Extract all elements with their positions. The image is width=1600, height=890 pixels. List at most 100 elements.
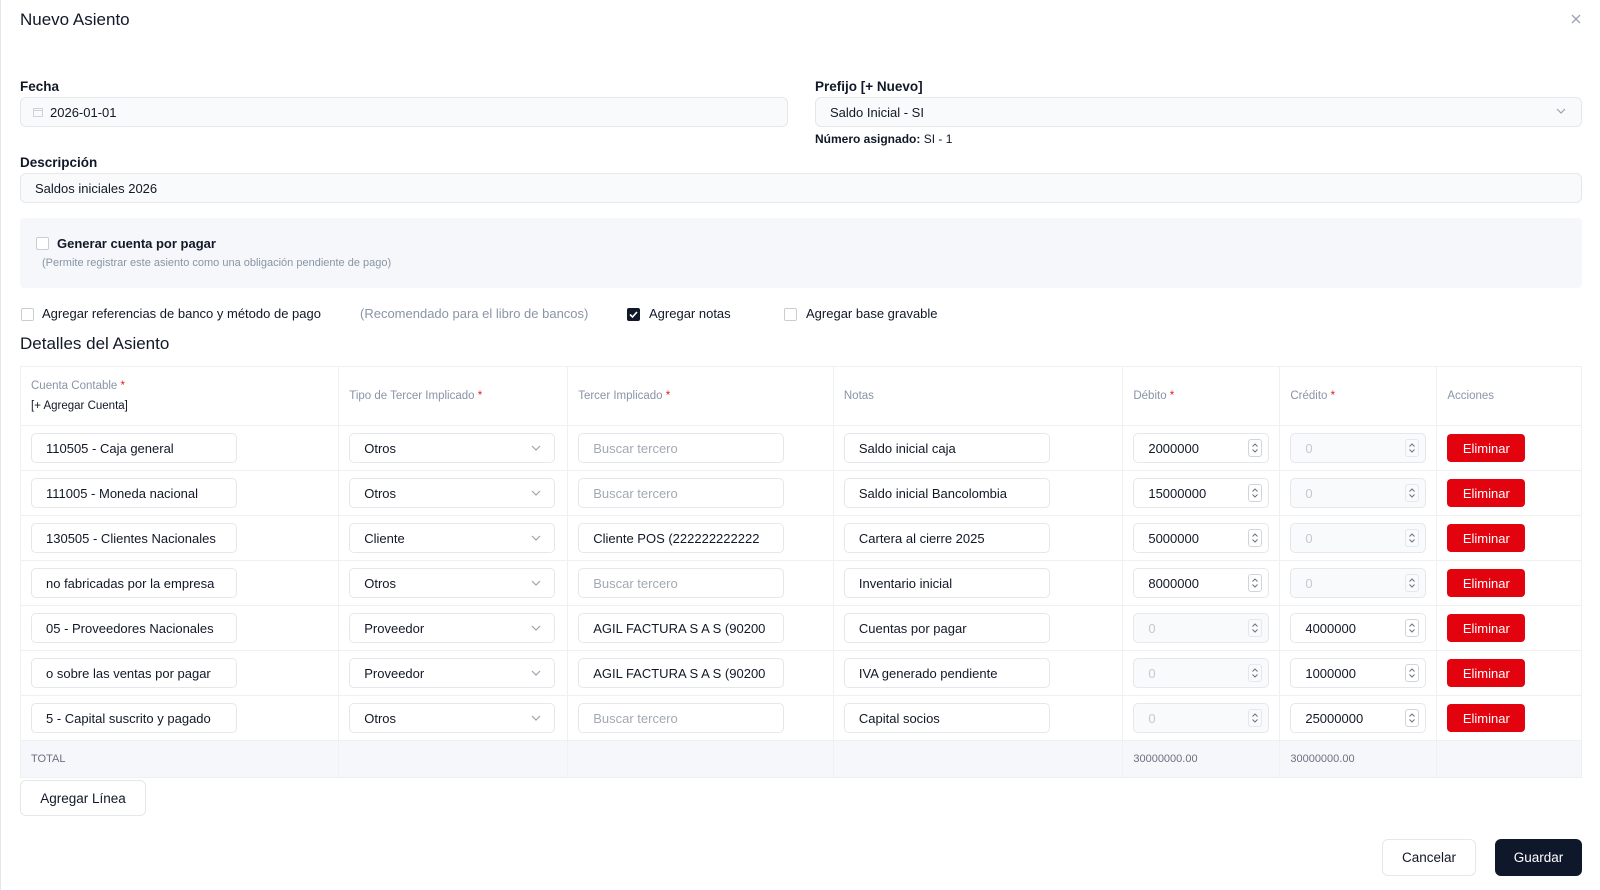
tercero-input[interactable]: Buscar tercero bbox=[578, 478, 785, 508]
cuenta-input[interactable]: 130505 - Clientes Nacionales bbox=[31, 523, 237, 553]
tercero-input[interactable]: Buscar tercero bbox=[578, 703, 785, 733]
required-mark: * bbox=[665, 390, 671, 402]
descripcion-input[interactable]: Saldos iniciales 2026 bbox=[20, 173, 1582, 203]
cancel-button[interactable]: Cancelar bbox=[1382, 839, 1476, 876]
table-row: 111005 - Moneda nacional Otros Buscar terc… bbox=[19, 470, 1582, 516]
debito-value: 2000000 bbox=[1148, 440, 1199, 456]
credito-input: 0 bbox=[1290, 433, 1427, 463]
notas-input[interactable]: Capital socios bbox=[843, 703, 1050, 733]
delete-row-button[interactable]: Eliminar bbox=[1447, 479, 1526, 507]
debito-cell: 5000000 bbox=[1122, 515, 1281, 561]
spinner-icon[interactable] bbox=[1248, 529, 1263, 547]
cuenta-input[interactable]: 111005 - Moneda nacional bbox=[31, 478, 237, 508]
chevron-down-icon bbox=[530, 442, 542, 454]
tipo-select[interactable]: Otros bbox=[349, 568, 556, 598]
tercero-input[interactable]: Buscar tercero bbox=[578, 568, 785, 598]
spinner-icon[interactable] bbox=[1248, 664, 1263, 682]
delete-row-button[interactable]: Eliminar bbox=[1447, 434, 1526, 462]
spinner-icon[interactable] bbox=[1248, 574, 1263, 592]
delete-row-button[interactable]: Eliminar bbox=[1447, 614, 1526, 642]
acciones-cell: Eliminar bbox=[1436, 695, 1582, 741]
cuenta-input[interactable]: o sobre las ventas por pagar bbox=[31, 658, 237, 688]
spinner-icon[interactable] bbox=[1405, 529, 1420, 547]
notas-input[interactable]: Inventario inicial bbox=[843, 568, 1050, 598]
cuenta-input[interactable]: 5 - Capital suscrito y pagado bbox=[31, 703, 237, 733]
credito-input[interactable]: 1000000 bbox=[1290, 658, 1427, 688]
cuenta-input[interactable]: 110505 - Caja general bbox=[31, 433, 237, 463]
base-gravable-checkbox[interactable] bbox=[784, 308, 797, 321]
close-icon[interactable] bbox=[1567, 10, 1585, 28]
notas-input[interactable]: Cuentas por pagar bbox=[843, 613, 1050, 643]
debito-value: 0 bbox=[1148, 620, 1156, 636]
notas-input[interactable]: IVA generado pendiente bbox=[843, 658, 1050, 688]
spinner-icon[interactable] bbox=[1248, 619, 1263, 637]
add-line-button[interactable]: Agregar Línea bbox=[20, 780, 146, 816]
banco-checkbox[interactable] bbox=[21, 308, 34, 321]
table-row: 110505 - Caja general Otros Buscar tercero… bbox=[19, 425, 1582, 471]
spinner-icon[interactable] bbox=[1405, 709, 1420, 727]
table-header-row: Cuenta Contable * [+ Agregar Cuenta] Tip… bbox=[19, 366, 1582, 426]
credito-cell: 0 bbox=[1279, 515, 1438, 561]
debito-cell: 0 bbox=[1122, 650, 1281, 696]
checkmark-icon bbox=[629, 311, 638, 319]
spinner-icon[interactable] bbox=[1248, 709, 1263, 727]
total-debito: 30000000.00 bbox=[1122, 740, 1281, 778]
tercero-value: Cliente POS (222222222222 bbox=[593, 530, 760, 546]
delete-row-button[interactable]: Eliminar bbox=[1447, 704, 1526, 732]
tipo-select[interactable]: Proveedor bbox=[349, 658, 556, 688]
notas-checkbox[interactable] bbox=[627, 308, 640, 321]
tercero-input[interactable]: AGIL FACTURA S A S (90200 bbox=[578, 658, 785, 688]
tercero-input[interactable]: AGIL FACTURA S A S (90200 bbox=[578, 613, 785, 643]
tercero-value: Buscar tercero bbox=[593, 710, 678, 726]
chevron-down-icon bbox=[530, 712, 542, 724]
notas-value: Saldo inicial caja bbox=[858, 440, 956, 456]
acciones-cell: Eliminar bbox=[1436, 515, 1582, 561]
spinner-icon[interactable] bbox=[1405, 439, 1420, 457]
spinner-icon[interactable] bbox=[1248, 439, 1263, 457]
spinner-icon[interactable] bbox=[1405, 574, 1420, 592]
debito-input[interactable]: 8000000 bbox=[1133, 568, 1270, 598]
delete-row-button[interactable]: Eliminar bbox=[1447, 524, 1526, 552]
cuenta-input[interactable]: no fabricadas por la empresa bbox=[31, 568, 237, 598]
save-button[interactable]: Guardar bbox=[1495, 839, 1582, 876]
spinner-icon[interactable] bbox=[1405, 484, 1420, 502]
cuenta-por-pagar-help: (Permite registrar este asiento como una… bbox=[42, 257, 392, 269]
table-row: 5 - Capital suscrito y pagado Otros Buscar… bbox=[19, 695, 1582, 741]
chevron-down-icon bbox=[530, 487, 542, 499]
spinner-icon[interactable] bbox=[1248, 484, 1263, 502]
debito-input: 0 bbox=[1133, 658, 1270, 688]
tercero-value: Buscar tercero bbox=[593, 440, 678, 456]
tipo-select[interactable]: Otros bbox=[349, 703, 556, 733]
tercero-input[interactable]: Buscar tercero bbox=[578, 433, 785, 463]
acciones-cell: Eliminar bbox=[1436, 560, 1582, 606]
tercero-input[interactable]: Cliente POS (222222222222 bbox=[578, 523, 785, 553]
tercero-cell: Buscar tercero bbox=[567, 695, 834, 741]
delete-row-button[interactable]: Eliminar bbox=[1447, 569, 1526, 597]
credito-value: 0 bbox=[1305, 440, 1313, 456]
chevron-down-icon bbox=[530, 622, 542, 634]
spinner-icon[interactable] bbox=[1405, 664, 1420, 682]
tipo-select[interactable]: Otros bbox=[349, 433, 556, 463]
credito-input[interactable]: 4000000 bbox=[1290, 613, 1427, 643]
tipo-select[interactable]: Otros bbox=[349, 478, 556, 508]
add-cuenta-link[interactable]: [+ Agregar Cuenta] bbox=[31, 400, 328, 412]
notas-input[interactable]: Cartera al cierre 2025 bbox=[843, 523, 1050, 553]
cuenta-por-pagar-checkbox[interactable] bbox=[36, 237, 49, 250]
debito-input[interactable]: 15000000 bbox=[1133, 478, 1270, 508]
prefijo-label[interactable]: Prefijo [+ Nuevo] bbox=[815, 79, 923, 94]
tercero-value: AGIL FACTURA S A S (90200 bbox=[593, 665, 766, 681]
credito-input[interactable]: 25000000 bbox=[1290, 703, 1427, 733]
header-tipo-label: Tipo de Tercer Implicado bbox=[349, 390, 475, 402]
notas-input[interactable]: Saldo inicial caja bbox=[843, 433, 1050, 463]
notas-input[interactable]: Saldo inicial Bancolombia bbox=[843, 478, 1050, 508]
fecha-input[interactable]: 2026-01-01 bbox=[20, 97, 788, 127]
cuenta-input[interactable]: 05 - Proveedores Nacionales bbox=[31, 613, 237, 643]
prefijo-select[interactable]: Saldo Inicial - SI bbox=[815, 97, 1582, 127]
debito-input[interactable]: 2000000 bbox=[1133, 433, 1270, 463]
delete-row-button[interactable]: Eliminar bbox=[1447, 659, 1526, 687]
tipo-select[interactable]: Proveedor bbox=[349, 613, 556, 643]
spinner-icon[interactable] bbox=[1405, 619, 1420, 637]
tipo-select[interactable]: Cliente bbox=[349, 523, 556, 553]
debito-input[interactable]: 5000000 bbox=[1133, 523, 1270, 553]
tipo-value: Proveedor bbox=[364, 665, 425, 681]
